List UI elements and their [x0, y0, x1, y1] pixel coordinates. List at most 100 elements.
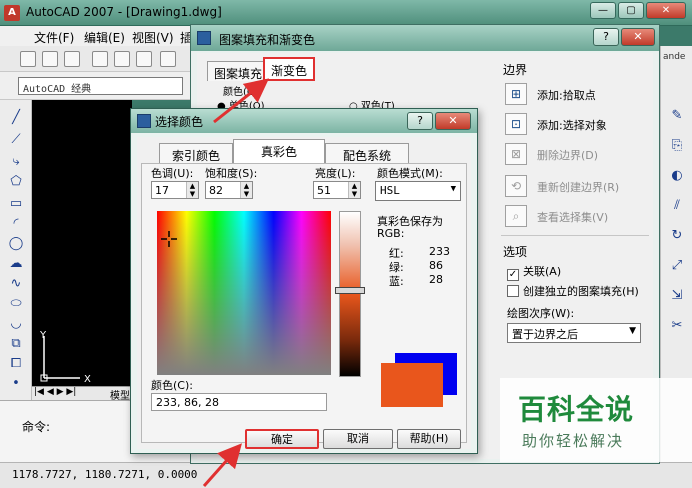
hue-input[interactable]: 17 ▲ ▼	[151, 181, 199, 199]
recreate-boundary-button[interactable]: ⟲ 重新创建边界(R)	[505, 175, 645, 197]
tab-true-color[interactable]: 真彩色	[233, 139, 325, 163]
color-dialog-title: 选择颜色	[155, 115, 204, 129]
saturation-input[interactable]: 82 ▲ ▼	[205, 181, 253, 199]
remove-boundaries-button[interactable]: ⊠ 删除边界(D)	[505, 143, 645, 165]
tab-hatch[interactable]: 图案填充	[207, 61, 270, 81]
luminance-spinner-icon[interactable]: ▲ ▼	[348, 182, 360, 198]
erase-icon[interactable]: ✎	[669, 108, 685, 124]
mirror-icon[interactable]: ◐	[669, 168, 685, 184]
tab-gradient[interactable]: 渐变色	[263, 57, 316, 81]
draw-order-value: 置于边界之后	[512, 328, 578, 341]
chevron-down-icon: ▼	[450, 184, 456, 194]
watermark-sub: 助你轻松解决	[522, 432, 625, 450]
separate-hatches-box	[507, 285, 519, 297]
draw-order-dropdown[interactable]: 置于边界之后 ▼	[507, 323, 641, 343]
circle-icon[interactable]: ◯	[8, 236, 24, 252]
coordinate-readout: 1178.7727, 1180.7271, 0.0000	[12, 468, 198, 481]
tab-index-color[interactable]: 索引颜色	[159, 143, 233, 163]
insert-block-icon[interactable]: ⧉	[8, 336, 24, 352]
scale-icon[interactable]: ⤢	[669, 258, 685, 274]
menu-file[interactable]: 文件(F)	[34, 29, 74, 46]
crosshair-icon[interactable]	[161, 231, 177, 247]
offset-icon[interactable]: ⫽	[669, 198, 685, 214]
ellipse-icon[interactable]: ⬭	[8, 296, 24, 312]
rectangle-icon[interactable]: ▭	[8, 196, 24, 212]
point-icon[interactable]: •	[8, 376, 24, 392]
red-value: 233	[429, 245, 450, 258]
construction-line-icon[interactable]: ⟋	[8, 132, 24, 148]
saturation-spinner-icon[interactable]: ▲ ▼	[240, 182, 252, 198]
copy-icon[interactable]: ⎘	[669, 138, 685, 154]
ucs-y-label: Y	[39, 330, 47, 341]
standard-toolbar	[0, 46, 200, 72]
stretch-icon[interactable]: ⇲	[669, 288, 685, 304]
select-objects-icon: ⊡	[505, 113, 527, 135]
3d-dwf-icon[interactable]	[160, 51, 176, 67]
associative-label: 关联(A)	[523, 265, 562, 278]
save-icon[interactable]	[64, 51, 80, 67]
hue-saturation-spectrum[interactable]	[157, 211, 331, 375]
status-bar: 1178.7727, 1180.7271, 0.0000	[0, 462, 692, 488]
color-help-button[interactable]: ?	[407, 112, 433, 130]
close-window-button[interactable]: ✕	[646, 2, 686, 19]
trim-icon[interactable]: ✂	[669, 318, 685, 334]
publish-icon[interactable]	[136, 51, 152, 67]
hatch-help-button[interactable]: ?	[593, 28, 619, 46]
ellipse-arc-icon[interactable]: ◡	[8, 316, 24, 332]
polygon-icon[interactable]: ⬠	[8, 174, 24, 190]
hue-spinner-icon[interactable]: ▲ ▼	[186, 182, 198, 198]
luminance-value: 51	[317, 184, 331, 197]
help-button[interactable]: 帮助(H)	[397, 429, 461, 449]
arc-icon[interactable]: ◜	[8, 216, 24, 232]
remove-boundary-icon: ⊠	[505, 143, 527, 165]
color-value-input[interactable]: 233, 86, 28	[151, 393, 327, 411]
view-selections-label: 查看选择集(V)	[537, 211, 609, 224]
color-close-button[interactable]: ✕	[435, 112, 471, 130]
view-selections-icon: ⌕	[505, 205, 527, 227]
revision-cloud-icon[interactable]: ☁	[8, 256, 24, 272]
green-value: 86	[429, 259, 443, 272]
luminance-input[interactable]: 51 ▲ ▼	[313, 181, 361, 199]
right-edge-text: ande	[663, 52, 686, 62]
tab-color-books[interactable]: 配色系统	[325, 143, 409, 163]
options-label: 选项	[503, 245, 528, 259]
menu-view[interactable]: 视图(V)	[132, 29, 174, 46]
separate-hatches-label: 创建独立的图案填充(H)	[523, 285, 639, 298]
autocad-window-title: AutoCAD 2007 - [Drawing1.dwg]	[26, 5, 222, 19]
autocad-logo-icon: A	[4, 5, 20, 21]
color-model-dropdown[interactable]: HSL ▼	[375, 181, 461, 201]
rotate-icon[interactable]: ↻	[669, 228, 685, 244]
open-file-icon[interactable]	[42, 51, 58, 67]
print-icon[interactable]	[92, 51, 108, 67]
make-block-icon[interactable]: ⧠	[8, 356, 24, 372]
view-selections-button[interactable]: ⌕ 查看选择集(V)	[505, 205, 645, 227]
boundaries-label: 边界	[503, 63, 528, 77]
hatch-close-button[interactable]: ✕	[621, 28, 655, 46]
add-select-objects-label: 添加:选择对象	[537, 119, 607, 132]
workspace-toolbar: AutoCAD 经典	[0, 72, 200, 100]
recreate-boundary-icon: ⟲	[505, 175, 527, 197]
maximize-button[interactable]: ▢	[618, 2, 644, 19]
line-icon[interactable]: ╱	[8, 110, 24, 126]
luminance-slider-thumb[interactable]	[335, 287, 365, 294]
polyline-icon[interactable]: ⤷	[8, 154, 24, 170]
plot-preview-icon[interactable]	[114, 51, 130, 67]
remove-boundaries-label: 删除边界(D)	[537, 149, 599, 162]
cancel-button[interactable]: 取消	[323, 429, 393, 449]
select-color-dialog: 选择颜色 ? ✕ 索引颜色 真彩色 配色系统 色调(U): 17 ▲ ▼ 饱和度(…	[130, 108, 478, 454]
new-file-icon[interactable]	[20, 51, 36, 67]
command-prompt[interactable]: 命令:	[22, 418, 50, 435]
add-pick-points-button[interactable]: ⊞ 添加:拾取点	[505, 83, 645, 105]
luminance-bar[interactable]	[339, 211, 361, 377]
tab-nav-arrows[interactable]: |◀ ◀ ▶ ▶|	[34, 387, 76, 397]
spline-icon[interactable]: ∿	[8, 276, 24, 292]
associative-checkbox[interactable]: ✓ 关联(A)	[507, 263, 562, 281]
minimize-button[interactable]: —	[590, 2, 616, 19]
workspace-dropdown[interactable]: AutoCAD 经典	[18, 77, 183, 95]
separate-hatches-checkbox[interactable]: 创建独立的图案填充(H)	[507, 283, 639, 299]
menu-edit[interactable]: 编辑(E)	[84, 29, 125, 46]
layout-tabs: |◀ ◀ ▶ ▶| 模型	[32, 386, 132, 402]
recreate-boundary-label: 重新创建边界(R)	[537, 181, 620, 194]
ok-button[interactable]: 确定	[245, 429, 319, 449]
add-select-objects-button[interactable]: ⊡ 添加:选择对象	[505, 113, 645, 135]
